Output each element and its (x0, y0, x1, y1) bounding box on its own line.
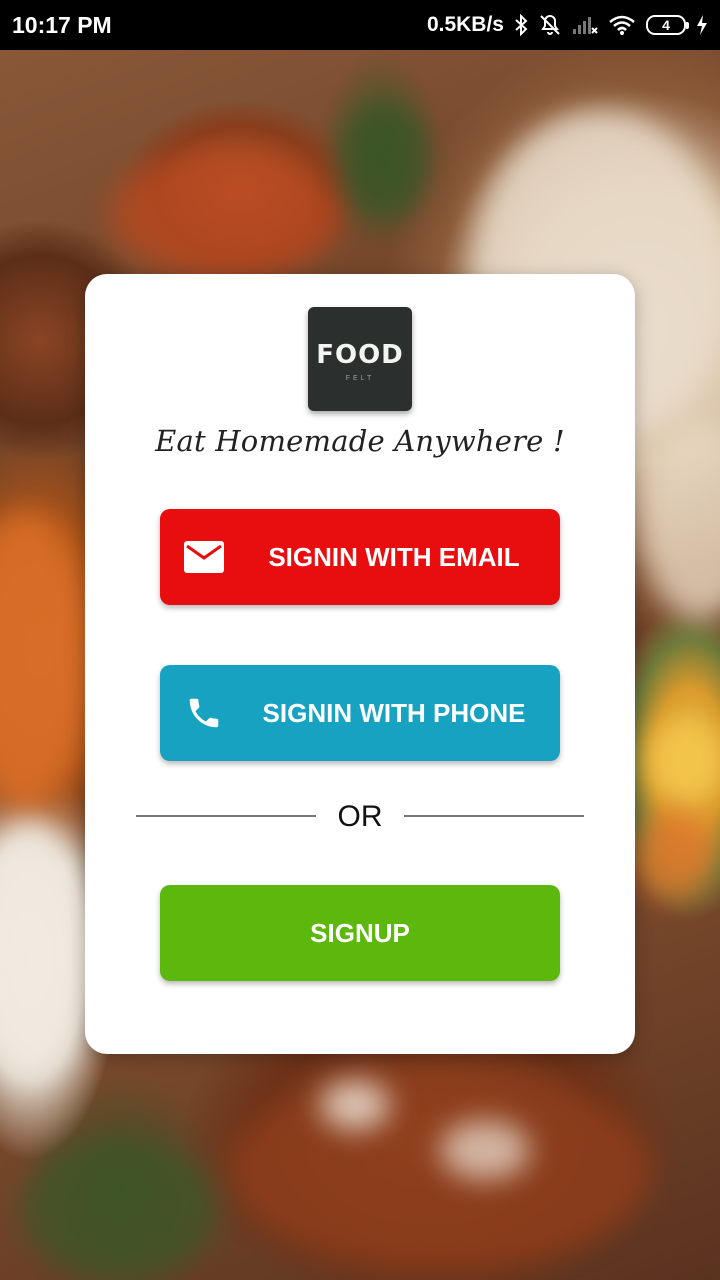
status-bar: 10:17 PM 0.5KB/s 4 (0, 0, 720, 50)
food-logo: FOOD FELT (308, 307, 412, 411)
or-text: OR (337, 800, 383, 833)
logo-text: FOOD (316, 340, 404, 370)
or-divider: OR (136, 794, 584, 844)
mute-icon (538, 13, 562, 37)
signin-phone-button[interactable]: SIGNIN WITH PHONE (160, 665, 560, 761)
wifi-icon (608, 14, 636, 36)
bluetooth-icon (514, 14, 528, 36)
signal-icon (572, 14, 598, 36)
phone-icon (184, 693, 224, 733)
signin-email-label: SIGNIN WITH EMAIL (268, 541, 520, 572)
login-card: FOOD FELT Eat Homemade Anywhere ! SIGNIN… (85, 274, 635, 1054)
status-time: 10:17 PM (12, 11, 112, 38)
charging-icon (696, 14, 708, 36)
login-screen: 10:17 PM 0.5KB/s 4 FOOD FELT Eat Homemad… (0, 0, 720, 1280)
signin-phone-label: SIGNIN WITH PHONE (262, 697, 526, 728)
network-speed: 0.5KB/s (426, 13, 504, 36)
battery-icon: 4 (646, 15, 689, 35)
signup-label: SIGNUP (310, 917, 410, 948)
signin-email-button[interactable]: SIGNIN WITH EMAIL (160, 509, 560, 605)
tagline: Eat Homemade Anywhere ! (155, 424, 565, 458)
status-icons: 0.5KB/s 4 (427, 13, 708, 37)
signup-button[interactable]: SIGNUP (160, 885, 560, 981)
logo-subtext: FELT (345, 375, 375, 382)
divider-line-right (404, 815, 584, 817)
mail-icon (184, 537, 224, 577)
